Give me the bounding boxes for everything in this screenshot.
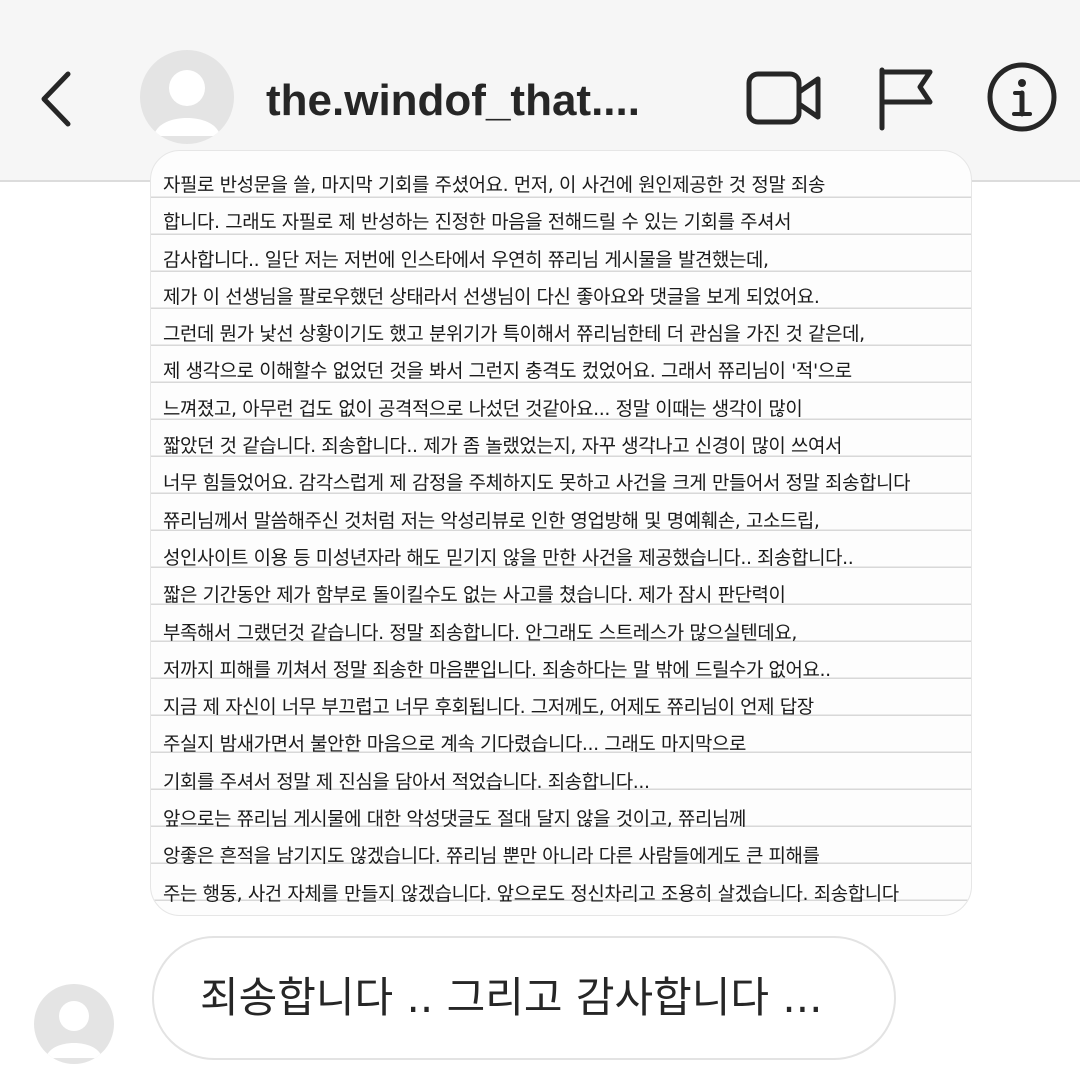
chevron-left-icon xyxy=(41,71,71,127)
letter-line: 짧았던 것 같습니다. 죄송합니다.. 제가 좀 놀랬었는지, 자꾸 생각나고 … xyxy=(163,435,842,458)
avatar[interactable] xyxy=(140,50,234,144)
video-call-button[interactable] xyxy=(744,62,824,132)
user-avatar-icon xyxy=(154,70,220,136)
user-avatar-icon xyxy=(46,1001,102,1058)
letter-line: 너무 힘들었어요. 감각스럽게 제 감정을 주체하지도 못하고 사건을 크게 만… xyxy=(163,472,911,495)
letter-line: 주실지 밤새가면서 불안한 마음으로 계속 기다렸습니다... 그래도 마지막으… xyxy=(163,733,746,756)
letter-line: 자필로 반성문을 쓸, 마지막 기회를 주셨어요. 먼저, 이 사건에 원인제공… xyxy=(163,174,826,196)
letter-line: 짧은 기간동안 제가 함부로 돌이킬수도 없는 사고를 쳤습니다. 제가 잠시 … xyxy=(163,584,786,607)
info-button[interactable] xyxy=(984,62,1060,132)
letter-line: 느껴졌고, 아무런 겁도 없이 공격적으로 나섰던 것같아요... 정말 이때는… xyxy=(163,397,803,420)
flag-icon xyxy=(879,67,933,131)
letter-line: 성인사이트 이용 등 미성년자라 해도 믿기지 않을 만한 사건을 제공했습니다… xyxy=(163,546,854,569)
report-button[interactable] xyxy=(872,62,938,132)
letter-line: 부족해서 그랬던것 같습니다. 정말 죄송합니다. 안그래도 스트레스가 많으실… xyxy=(163,621,797,644)
letter-line: 제가 이 선생님을 팔로우했던 상태라서 선생님이 다신 좋아요와 댓글을 보게… xyxy=(163,285,820,308)
letter-line: 저까지 피해를 끼쳐서 정말 죄송한 마음뿐입니다. 죄송하다는 말 밖에 드릴… xyxy=(163,658,831,681)
letter-line: 그런데 뭔가 낯선 상황이기도 했고 분위기가 특이해서 쮸리님한테 더 관심을… xyxy=(163,323,865,346)
message-text: 죄송합니다 .. 그리고 감사합니다 ... xyxy=(200,973,823,1022)
letter-line: 앞으로는 쮸리님 게시물에 대한 악성댓글도 절대 달지 않을 것이고, 쮸리님… xyxy=(163,808,746,831)
video-call-icon xyxy=(746,71,821,125)
letter-line: 주는 행동, 사건 자체를 만들지 않겠습니다. 앞으로도 정신차리고 조용히 … xyxy=(163,882,899,905)
letter-line: 감사합니다.. 일단 저는 저번에 인스타에서 우연히 쮸리님 게시물을 발견했… xyxy=(163,248,769,271)
letter-text: 자필로 반성문을 쓸, 마지막 기회를 주셨어요. 먼저, 이 사건에 원인제공… xyxy=(163,167,967,913)
back-button[interactable] xyxy=(30,62,86,132)
letter-line: 지금 제 자신이 너무 부끄럽고 너무 후회됩니다. 그저께도, 어제도 쮸리님… xyxy=(163,696,814,719)
info-icon xyxy=(987,62,1057,132)
handwritten-letter-image[interactable]: 자필로 반성문을 쓸, 마지막 기회를 주셨어요. 먼저, 이 사건에 원인제공… xyxy=(150,150,972,916)
letter-line: 제 생각으로 이해할수 없었던 것을 봐서 그런지 충격도 컸었어요. 그래서 … xyxy=(163,360,852,383)
letter-line: 쮸리님께서 말씀해주신 것처럼 저는 악성리뷰로 인한 영업방해 및 명예훼손,… xyxy=(163,509,820,532)
letter-line: 기회를 주셔서 정말 제 진심을 담아서 적었습니다. 죄송합니다... xyxy=(163,770,650,793)
chat-username[interactable]: the.windof_that.... xyxy=(266,68,716,138)
letter-line: 합니다. 그래도 자필로 제 반성하는 진정한 마음을 전해드릴 수 있는 기회… xyxy=(163,211,792,234)
message-bubble[interactable]: 죄송합니다 .. 그리고 감사합니다 ... xyxy=(152,936,896,1060)
sender-avatar[interactable] xyxy=(34,984,114,1064)
letter-line: 앙좋은 흔적을 남기지도 않겠습니다. 쮸리님 뿐만 아니라 다른 사람들에게도… xyxy=(163,845,820,868)
